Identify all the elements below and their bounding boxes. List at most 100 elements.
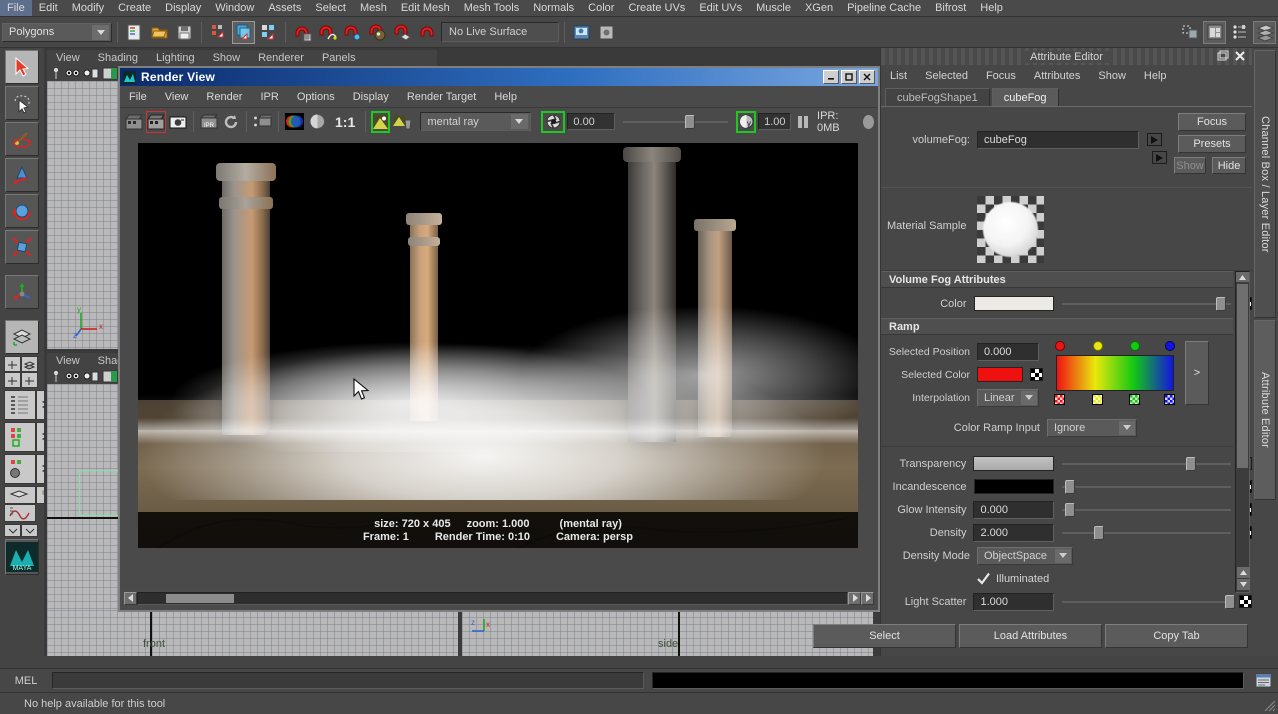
density-field[interactable]: 2.000 [973, 523, 1055, 542]
save-scene-icon[interactable] [173, 21, 196, 44]
menu-modify[interactable]: Modify [65, 0, 111, 16]
pause-icon[interactable] [798, 115, 809, 128]
exposure-icon[interactable] [541, 110, 566, 133]
gamma-icon[interactable]: γ [736, 110, 757, 133]
go-to-input-arrow-icon[interactable] [1147, 133, 1162, 146]
selected-position-field[interactable]: 0.000 [977, 342, 1039, 361]
snap-to-projected-center-icon[interactable] [366, 21, 389, 44]
ramp-stop-map-3[interactable] [1164, 394, 1175, 405]
last-tool-used-button[interactable] [5, 275, 39, 309]
scrollbar-track[interactable] [137, 591, 848, 605]
script-editor-icon[interactable] [1252, 672, 1274, 690]
select-by-component-icon[interactable] [257, 21, 280, 44]
viewport-menu-lighting[interactable]: Lighting [147, 52, 204, 64]
show-button[interactable]: Show [1174, 157, 1206, 174]
render-region-icon[interactable] [124, 111, 144, 133]
ipr-render-region-icon[interactable] [1178, 21, 1201, 44]
rv-menu-options[interactable]: Options [288, 91, 344, 103]
menu-create[interactable]: Create [111, 0, 158, 16]
selected-color-map-button[interactable] [1030, 368, 1043, 381]
color-swatch[interactable] [973, 296, 1055, 311]
menu-file[interactable]: File [0, 0, 32, 16]
menu-help[interactable]: Help [973, 0, 1010, 16]
menu-bifrost[interactable]: Bifrost [928, 0, 973, 16]
ramp-stop-map-1[interactable] [1092, 394, 1103, 405]
chevron-down-icon[interactable] [92, 24, 109, 40]
snap-to-grid-icon[interactable] [291, 21, 314, 44]
ramp-stop-marker-2[interactable] [1130, 341, 1140, 351]
menu-select[interactable]: Select [308, 0, 353, 16]
scroll-down-arrow[interactable] [1237, 579, 1250, 590]
color-slider[interactable] [1062, 296, 1232, 311]
rv-menu-render-target[interactable]: Render Target [398, 91, 486, 103]
layout-more-buttons[interactable] [4, 524, 40, 537]
chevron-down-icon[interactable] [1055, 548, 1071, 563]
viewport-menu-panels[interactable]: Panels [313, 52, 365, 64]
tab-cubeFog[interactable]: cubeFog [991, 88, 1059, 106]
menu-muscle[interactable]: Muscle [749, 0, 798, 16]
viewport-menu-view[interactable]: View [47, 52, 89, 64]
rendered-image[interactable]: size: 720 x 405 zoom: 1.000 (mental ray)… [138, 143, 858, 548]
layout-cell-1[interactable] [4, 356, 21, 372]
glow-intensity-slider[interactable] [1062, 502, 1232, 517]
scroll-up-arrow-bottom[interactable] [1237, 567, 1250, 578]
incandescence-slider[interactable] [1062, 479, 1232, 494]
paint-select-tool-button[interactable] [5, 122, 39, 156]
exposure-slider[interactable] [623, 114, 729, 129]
render-view-titlebar[interactable]: Render View [120, 68, 878, 86]
section-volume-fog-attributes[interactable]: Volume Fog Attributes [881, 271, 1233, 288]
outliner-pane-icon[interactable] [4, 390, 36, 420]
attribute-editor-layout-icon[interactable] [1228, 21, 1251, 44]
ae-menu-attributes[interactable]: Attributes [1025, 70, 1089, 82]
snap-to-view-plane-icon[interactable] [391, 21, 414, 44]
undock-icon[interactable] [1216, 49, 1230, 63]
menu-mesh[interactable]: Mesh [353, 0, 394, 16]
copy-tab-button[interactable]: Copy Tab [1105, 624, 1248, 648]
viewport-side-strip[interactable]: z x side [462, 610, 873, 656]
ae-menu-help[interactable]: Help [1135, 70, 1176, 82]
node-name-field[interactable]: cubeFog [977, 130, 1139, 149]
incandescence-swatch[interactable] [973, 479, 1055, 494]
chevron-down-icon-right[interactable] [21, 524, 38, 537]
tab-cubeFogShape1[interactable]: cubeFogShape1 [885, 88, 990, 106]
render-view-horizontal-scrollbar[interactable] [124, 591, 874, 605]
focus-button[interactable]: Focus [1178, 113, 1246, 131]
live-surface-field[interactable]: No Live Surface [441, 22, 559, 42]
interpolation-selector[interactable]: Linear [977, 388, 1039, 407]
render-settings-icon[interactable] [595, 21, 618, 44]
scrollbar-thumb[interactable] [166, 593, 234, 603]
select-button[interactable]: Select [813, 624, 956, 648]
scroll-left-arrow[interactable] [124, 591, 137, 605]
scroll-right-arrow-2[interactable] [861, 591, 874, 605]
hide-button[interactable]: Hide [1212, 157, 1246, 174]
select-by-object-icon[interactable] [232, 20, 255, 44]
light-scatter-field[interactable]: 1.000 [973, 592, 1055, 611]
color-ramp-input-selector[interactable]: Ignore [1047, 418, 1137, 437]
selected-color-swatch[interactable] [977, 367, 1023, 382]
rv-menu-view[interactable]: View [156, 91, 198, 103]
layout-cell-2[interactable] [21, 356, 38, 372]
vertical-tab-channel-box[interactable]: Channel Box / Layer Editor [1254, 50, 1276, 318]
menu-assets[interactable]: Assets [261, 0, 308, 16]
select-by-hierarchy-icon[interactable] [207, 21, 230, 44]
scroll-right-arrow-1[interactable] [848, 591, 861, 605]
chevron-down-icon[interactable] [510, 114, 528, 129]
render-sequence-icon[interactable] [252, 111, 273, 133]
scroll-up-arrow[interactable] [1236, 272, 1249, 282]
transparency-swatch[interactable] [973, 456, 1054, 471]
layout-cell-4[interactable] [21, 372, 38, 388]
move-tool-button[interactable] [5, 158, 39, 192]
hypergraph-pane-icon[interactable] [4, 422, 36, 452]
alpha-channel-icon[interactable] [307, 111, 328, 133]
select-tool-button[interactable] [5, 50, 39, 84]
command-response-field[interactable] [652, 672, 1244, 689]
go-to-output-arrow-icon[interactable] [1152, 151, 1167, 164]
channelbox-layout-icon[interactable] [1203, 20, 1226, 44]
new-scene-icon[interactable] [123, 21, 146, 44]
rv-menu-ipr[interactable]: IPR [251, 91, 287, 103]
render-view-icon[interactable] [570, 21, 593, 44]
light-scatter-slider[interactable] [1062, 594, 1236, 609]
menu-edit-mesh[interactable]: Edit Mesh [394, 0, 457, 16]
attribute-editor-scrollbar[interactable] [1235, 271, 1250, 593]
light-scatter-map-button[interactable] [1239, 595, 1252, 608]
